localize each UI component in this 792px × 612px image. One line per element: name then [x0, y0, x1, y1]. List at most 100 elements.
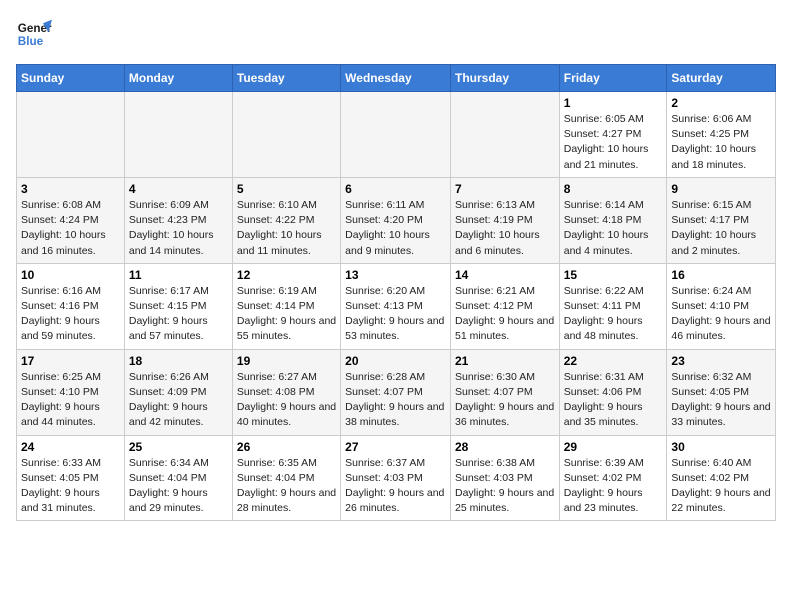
day-cell: 16 Sunrise: 6:24 AM Sunset: 4:10 PM Dayli… [667, 263, 776, 349]
day-cell [124, 92, 232, 178]
week-row-1: 3 Sunrise: 6:08 AM Sunset: 4:24 PM Daylig… [17, 177, 776, 263]
calendar-body: 1Sunrise: 6:05 AM Sunset: 4:27 PM Daylig… [17, 92, 776, 521]
day-info: Sunrise: 6:37 AM Sunset: 4:03 PM Dayligh… [345, 456, 446, 517]
day-number: 17 [21, 354, 120, 368]
day-cell [17, 92, 125, 178]
day-cell: 23 Sunrise: 6:32 AM Sunset: 4:05 PM Dayli… [667, 349, 776, 435]
day-cell [450, 92, 559, 178]
day-number: 22 [564, 354, 663, 368]
day-number: 21 [455, 354, 555, 368]
header-row: SundayMondayTuesdayWednesdayThursdayFrid… [17, 65, 776, 92]
week-row-2: 10 Sunrise: 6:16 AM Sunset: 4:16 PM Dayli… [17, 263, 776, 349]
day-cell: 20Sunrise: 6:28 AM Sunset: 4:07 PM Dayli… [341, 349, 451, 435]
day-info: Sunrise: 6:08 AM Sunset: 4:24 PM Dayligh… [21, 198, 120, 259]
day-info: Sunrise: 6:06 AM Sunset: 4:25 PM Dayligh… [671, 112, 771, 173]
week-row-4: 24 Sunrise: 6:33 AM Sunset: 4:05 PM Dayli… [17, 435, 776, 521]
day-cell: 30Sunrise: 6:40 AM Sunset: 4:02 PM Dayli… [667, 435, 776, 521]
day-number: 19 [237, 354, 336, 368]
day-cell: 25Sunrise: 6:34 AM Sunset: 4:04 PM Dayli… [124, 435, 232, 521]
day-cell: 19 Sunrise: 6:27 AM Sunset: 4:08 PM Dayli… [232, 349, 340, 435]
day-number: 7 [455, 182, 555, 196]
day-cell: 8 Sunrise: 6:14 AM Sunset: 4:18 PM Daylig… [559, 177, 667, 263]
day-number: 29 [564, 440, 663, 454]
day-info: Sunrise: 6:38 AM Sunset: 4:03 PM Dayligh… [455, 456, 555, 517]
day-info: Sunrise: 6:35 AM Sunset: 4:04 PM Dayligh… [237, 456, 336, 517]
header-day-thursday: Thursday [450, 65, 559, 92]
day-info: Sunrise: 6:26 AM Sunset: 4:09 PM Dayligh… [129, 370, 228, 431]
day-info: Sunrise: 6:22 AM Sunset: 4:11 PM Dayligh… [564, 284, 663, 345]
day-cell: 5 Sunrise: 6:10 AM Sunset: 4:22 PM Daylig… [232, 177, 340, 263]
day-info: Sunrise: 6:32 AM Sunset: 4:05 PM Dayligh… [671, 370, 771, 431]
day-cell: 13 Sunrise: 6:20 AM Sunset: 4:13 PM Dayli… [341, 263, 451, 349]
day-cell: 24 Sunrise: 6:33 AM Sunset: 4:05 PM Dayli… [17, 435, 125, 521]
day-cell: 6 Sunrise: 6:11 AM Sunset: 4:20 PM Daylig… [341, 177, 451, 263]
day-info: Sunrise: 6:25 AM Sunset: 4:10 PM Dayligh… [21, 370, 120, 431]
calendar-table: SundayMondayTuesdayWednesdayThursdayFrid… [16, 64, 776, 521]
day-number: 9 [671, 182, 771, 196]
day-info: Sunrise: 6:27 AM Sunset: 4:08 PM Dayligh… [237, 370, 336, 431]
day-info: Sunrise: 6:33 AM Sunset: 4:05 PM Dayligh… [21, 456, 120, 517]
day-cell: 7Sunrise: 6:13 AM Sunset: 4:19 PM Daylig… [450, 177, 559, 263]
day-info: Sunrise: 6:24 AM Sunset: 4:10 PM Dayligh… [671, 284, 771, 345]
day-cell: 3 Sunrise: 6:08 AM Sunset: 4:24 PM Daylig… [17, 177, 125, 263]
day-info: Sunrise: 6:19 AM Sunset: 4:14 PM Dayligh… [237, 284, 336, 345]
day-number: 3 [21, 182, 120, 196]
day-cell: 4 Sunrise: 6:09 AM Sunset: 4:23 PM Daylig… [124, 177, 232, 263]
day-info: Sunrise: 6:20 AM Sunset: 4:13 PM Dayligh… [345, 284, 446, 345]
day-number: 18 [129, 354, 228, 368]
day-info: Sunrise: 6:11 AM Sunset: 4:20 PM Dayligh… [345, 198, 446, 259]
day-cell: 9 Sunrise: 6:15 AM Sunset: 4:17 PM Daylig… [667, 177, 776, 263]
day-number: 28 [455, 440, 555, 454]
calendar-header: SundayMondayTuesdayWednesdayThursdayFrid… [17, 65, 776, 92]
day-info: Sunrise: 6:40 AM Sunset: 4:02 PM Dayligh… [671, 456, 771, 517]
day-info: Sunrise: 6:05 AM Sunset: 4:27 PM Dayligh… [564, 112, 663, 173]
svg-text:Blue: Blue [18, 35, 44, 48]
day-number: 15 [564, 268, 663, 282]
day-info: Sunrise: 6:34 AM Sunset: 4:04 PM Dayligh… [129, 456, 228, 517]
day-cell [232, 92, 340, 178]
day-cell: 18 Sunrise: 6:26 AM Sunset: 4:09 PM Dayli… [124, 349, 232, 435]
week-row-0: 1Sunrise: 6:05 AM Sunset: 4:27 PM Daylig… [17, 92, 776, 178]
header-day-monday: Monday [124, 65, 232, 92]
day-info: Sunrise: 6:09 AM Sunset: 4:23 PM Dayligh… [129, 198, 228, 259]
day-number: 10 [21, 268, 120, 282]
day-number: 13 [345, 268, 446, 282]
day-number: 16 [671, 268, 771, 282]
day-number: 8 [564, 182, 663, 196]
day-number: 5 [237, 182, 336, 196]
week-row-3: 17 Sunrise: 6:25 AM Sunset: 4:10 PM Dayli… [17, 349, 776, 435]
day-cell: 26Sunrise: 6:35 AM Sunset: 4:04 PM Dayli… [232, 435, 340, 521]
day-info: Sunrise: 6:14 AM Sunset: 4:18 PM Dayligh… [564, 198, 663, 259]
day-number: 6 [345, 182, 446, 196]
day-cell: 15 Sunrise: 6:22 AM Sunset: 4:11 PM Dayli… [559, 263, 667, 349]
header-day-friday: Friday [559, 65, 667, 92]
day-info: Sunrise: 6:30 AM Sunset: 4:07 PM Dayligh… [455, 370, 555, 431]
page-header: General Blue [16, 16, 776, 52]
day-number: 27 [345, 440, 446, 454]
header-day-wednesday: Wednesday [341, 65, 451, 92]
day-info: Sunrise: 6:39 AM Sunset: 4:02 PM Dayligh… [564, 456, 663, 517]
day-info: Sunrise: 6:16 AM Sunset: 4:16 PM Dayligh… [21, 284, 120, 345]
day-cell: 1Sunrise: 6:05 AM Sunset: 4:27 PM Daylig… [559, 92, 667, 178]
logo-icon: General Blue [16, 16, 52, 52]
day-info: Sunrise: 6:10 AM Sunset: 4:22 PM Dayligh… [237, 198, 336, 259]
day-number: 2 [671, 96, 771, 110]
day-cell: 22Sunrise: 6:31 AM Sunset: 4:06 PM Dayli… [559, 349, 667, 435]
day-cell [341, 92, 451, 178]
day-number: 4 [129, 182, 228, 196]
day-info: Sunrise: 6:17 AM Sunset: 4:15 PM Dayligh… [129, 284, 228, 345]
day-number: 12 [237, 268, 336, 282]
day-number: 24 [21, 440, 120, 454]
day-number: 14 [455, 268, 555, 282]
day-cell: 14 Sunrise: 6:21 AM Sunset: 4:12 PM Dayli… [450, 263, 559, 349]
header-day-tuesday: Tuesday [232, 65, 340, 92]
day-info: Sunrise: 6:21 AM Sunset: 4:12 PM Dayligh… [455, 284, 555, 345]
day-cell: 10 Sunrise: 6:16 AM Sunset: 4:16 PM Dayli… [17, 263, 125, 349]
day-cell: 2 Sunrise: 6:06 AM Sunset: 4:25 PM Daylig… [667, 92, 776, 178]
day-cell: 21 Sunrise: 6:30 AM Sunset: 4:07 PM Dayli… [450, 349, 559, 435]
day-cell: 17 Sunrise: 6:25 AM Sunset: 4:10 PM Dayli… [17, 349, 125, 435]
day-info: Sunrise: 6:15 AM Sunset: 4:17 PM Dayligh… [671, 198, 771, 259]
day-number: 20 [345, 354, 446, 368]
day-cell: 12 Sunrise: 6:19 AM Sunset: 4:14 PM Dayli… [232, 263, 340, 349]
day-number: 23 [671, 354, 771, 368]
